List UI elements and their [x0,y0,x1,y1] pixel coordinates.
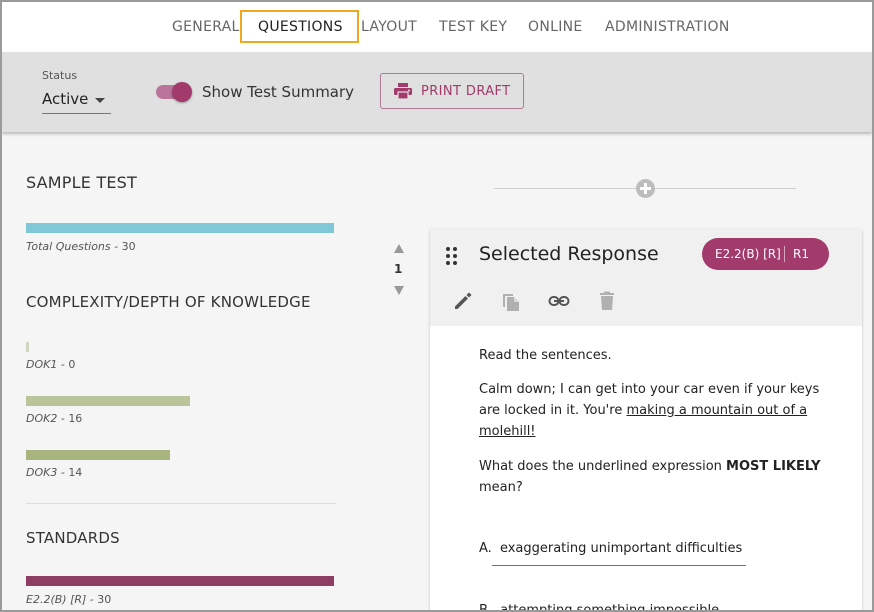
show-summary-label: Show Test Summary [202,83,355,101]
question-card: Selected Response E2.2(B) [R] R1 Read th… [430,229,862,612]
print-draft-label: PRINT DRAFT [421,84,511,99]
complexity-title: COMPLEXITY/DEPTH OF KNOWLEDGE [26,293,311,311]
tab-test-key[interactable]: TEST KEY [439,19,507,35]
chevron-down-icon [95,98,105,103]
option-a-underline [492,565,746,566]
tab-administration[interactable]: ADMINISTRATION [605,19,730,35]
tab-general[interactable]: GENERAL [172,19,240,35]
dok3-bar [26,450,170,460]
printer-icon [394,83,412,99]
trash-icon[interactable] [596,290,618,312]
tab-questions[interactable]: QUESTIONS [240,10,359,43]
total-questions-caption: Total Questions - 30 [26,240,136,253]
standard-bar [26,576,334,586]
status-value: Active [42,90,89,108]
passage-line-3: molehill! [479,424,536,439]
question-instruction: Read the sentences. [479,348,612,363]
test-summary-panel: SAMPLE TEST Total Questions - 30 COMPLEX… [2,134,362,610]
tab-layout[interactable]: LAYOUT [361,19,417,35]
link-icon[interactable] [548,290,570,312]
question-order-number: 1 [394,262,403,276]
badge-separator [784,246,785,262]
passage-line-2: are locked in it. You're making a mounta… [479,403,808,418]
badge-standard: E2.2(B) [R] [715,247,781,261]
standards-title: STANDARDS [26,529,120,547]
add-question-icon[interactable] [636,179,655,198]
drag-handle-icon[interactable] [446,247,458,265]
option-letter: B. [479,603,493,612]
badge-code: R1 [793,247,809,261]
status-select[interactable]: Active [42,88,111,114]
option-text: exaggerating unimportant difficulties [499,541,743,556]
print-draft-button[interactable]: PRINT DRAFT [380,73,524,109]
total-questions-bar [26,223,334,233]
prompt-line-1: What does the underlined expression MOST… [479,459,821,474]
pencil-icon[interactable] [452,290,474,312]
show-summary-toggle[interactable] [156,82,194,102]
copy-icon[interactable] [500,290,522,312]
underlined-expression: making a mountain out of a [626,403,808,418]
question-type-title: Selected Response [479,243,659,265]
dok3-caption: DOK3 - 14 [26,466,83,479]
dok2-bar [26,396,190,406]
dok1-caption: DOK1 - 0 [26,358,76,371]
question-card-header: Selected Response E2.2(B) [R] R1 [430,229,862,326]
toggle-knob [172,82,192,102]
status-label: Status [42,69,78,82]
app-frame: GENERAL QUESTIONS LAYOUT TEST KEY ONLINE… [0,0,874,612]
toolbar: Status Active Show Test Summary PRINT DR… [2,52,872,132]
move-up-icon[interactable] [394,244,404,253]
passage-line-1: Calm down; I can get into your car even … [479,382,820,397]
tab-online[interactable]: ONLINE [528,19,583,35]
standard-caption: E2.2(B) [R] - 30 [26,593,112,606]
option-letter: A. [479,541,492,556]
standard-badge[interactable]: E2.2(B) [R] R1 [702,238,829,270]
reorder-control: 1 [390,242,408,298]
answer-option-a[interactable]: A. exaggerating unimportant difficulties [479,538,742,559]
top-nav: GENERAL QUESTIONS LAYOUT TEST KEY ONLINE… [2,2,872,52]
section-divider [26,503,336,504]
move-down-icon[interactable] [394,286,404,295]
option-text: attempting something impossible [500,603,720,612]
test-title: SAMPLE TEST [26,173,137,192]
dok1-bar [26,342,29,352]
dok2-caption: DOK2 - 16 [26,412,83,425]
prompt-line-2: mean? [479,480,523,495]
answer-option-b[interactable]: B. attempting something impossible [479,600,720,612]
prompt-emphasis: MOST LIKELY [726,459,821,474]
